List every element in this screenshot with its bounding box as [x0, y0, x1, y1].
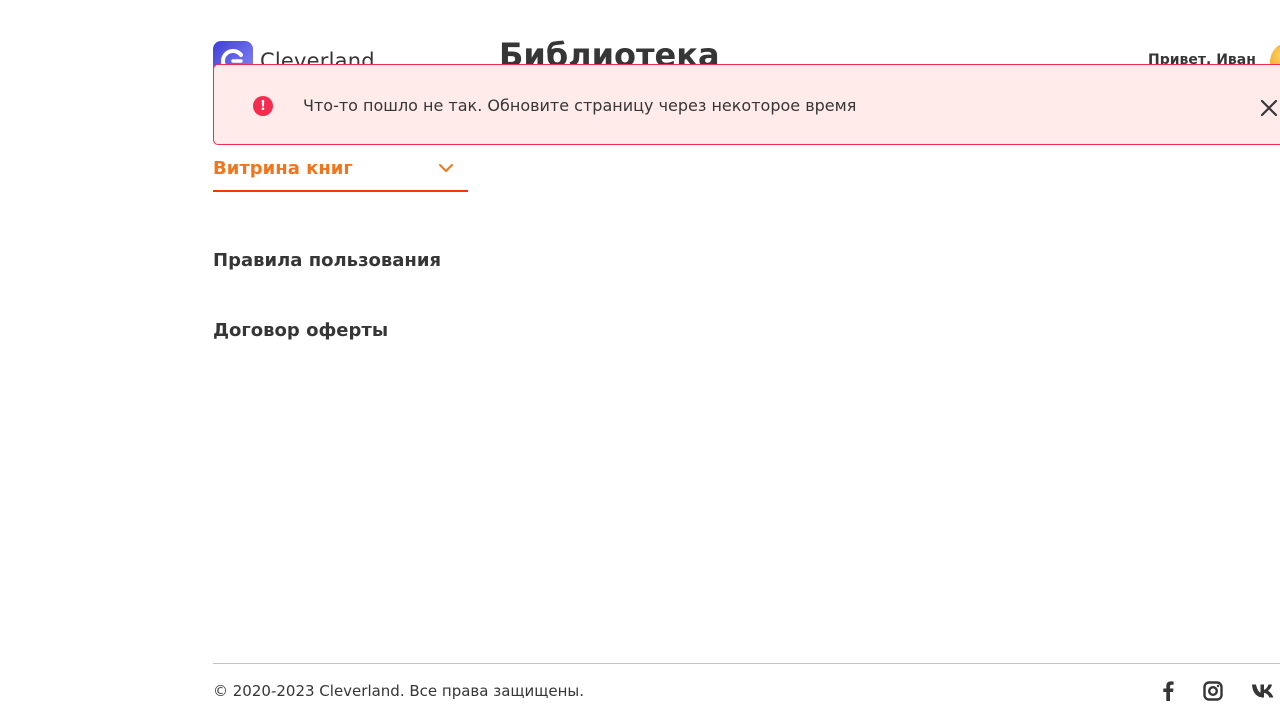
- chevron-down-icon: [439, 164, 453, 172]
- nav-book-showcase-label: Витрина книг: [213, 157, 353, 179]
- error-message: Что-то пошло не так. Обновите страницу ч…: [303, 96, 857, 115]
- error-toast: ! Что-то пошло не так. Обновите страницу…: [213, 64, 1280, 145]
- facebook-icon[interactable]: [1156, 679, 1180, 703]
- close-icon[interactable]: [1257, 96, 1280, 120]
- nav-offer-agreement[interactable]: Договор оферты: [213, 320, 388, 341]
- vk-icon[interactable]: [1251, 679, 1275, 703]
- nav-terms-of-use[interactable]: Правила пользования: [213, 250, 441, 271]
- nav-book-showcase[interactable]: Витрина книг: [213, 144, 468, 192]
- instagram-icon[interactable]: [1201, 679, 1225, 703]
- copyright: © 2020-2023 Cleverland. Все права защище…: [213, 682, 585, 700]
- footer-divider: [213, 663, 1280, 664]
- error-icon: !: [253, 96, 273, 116]
